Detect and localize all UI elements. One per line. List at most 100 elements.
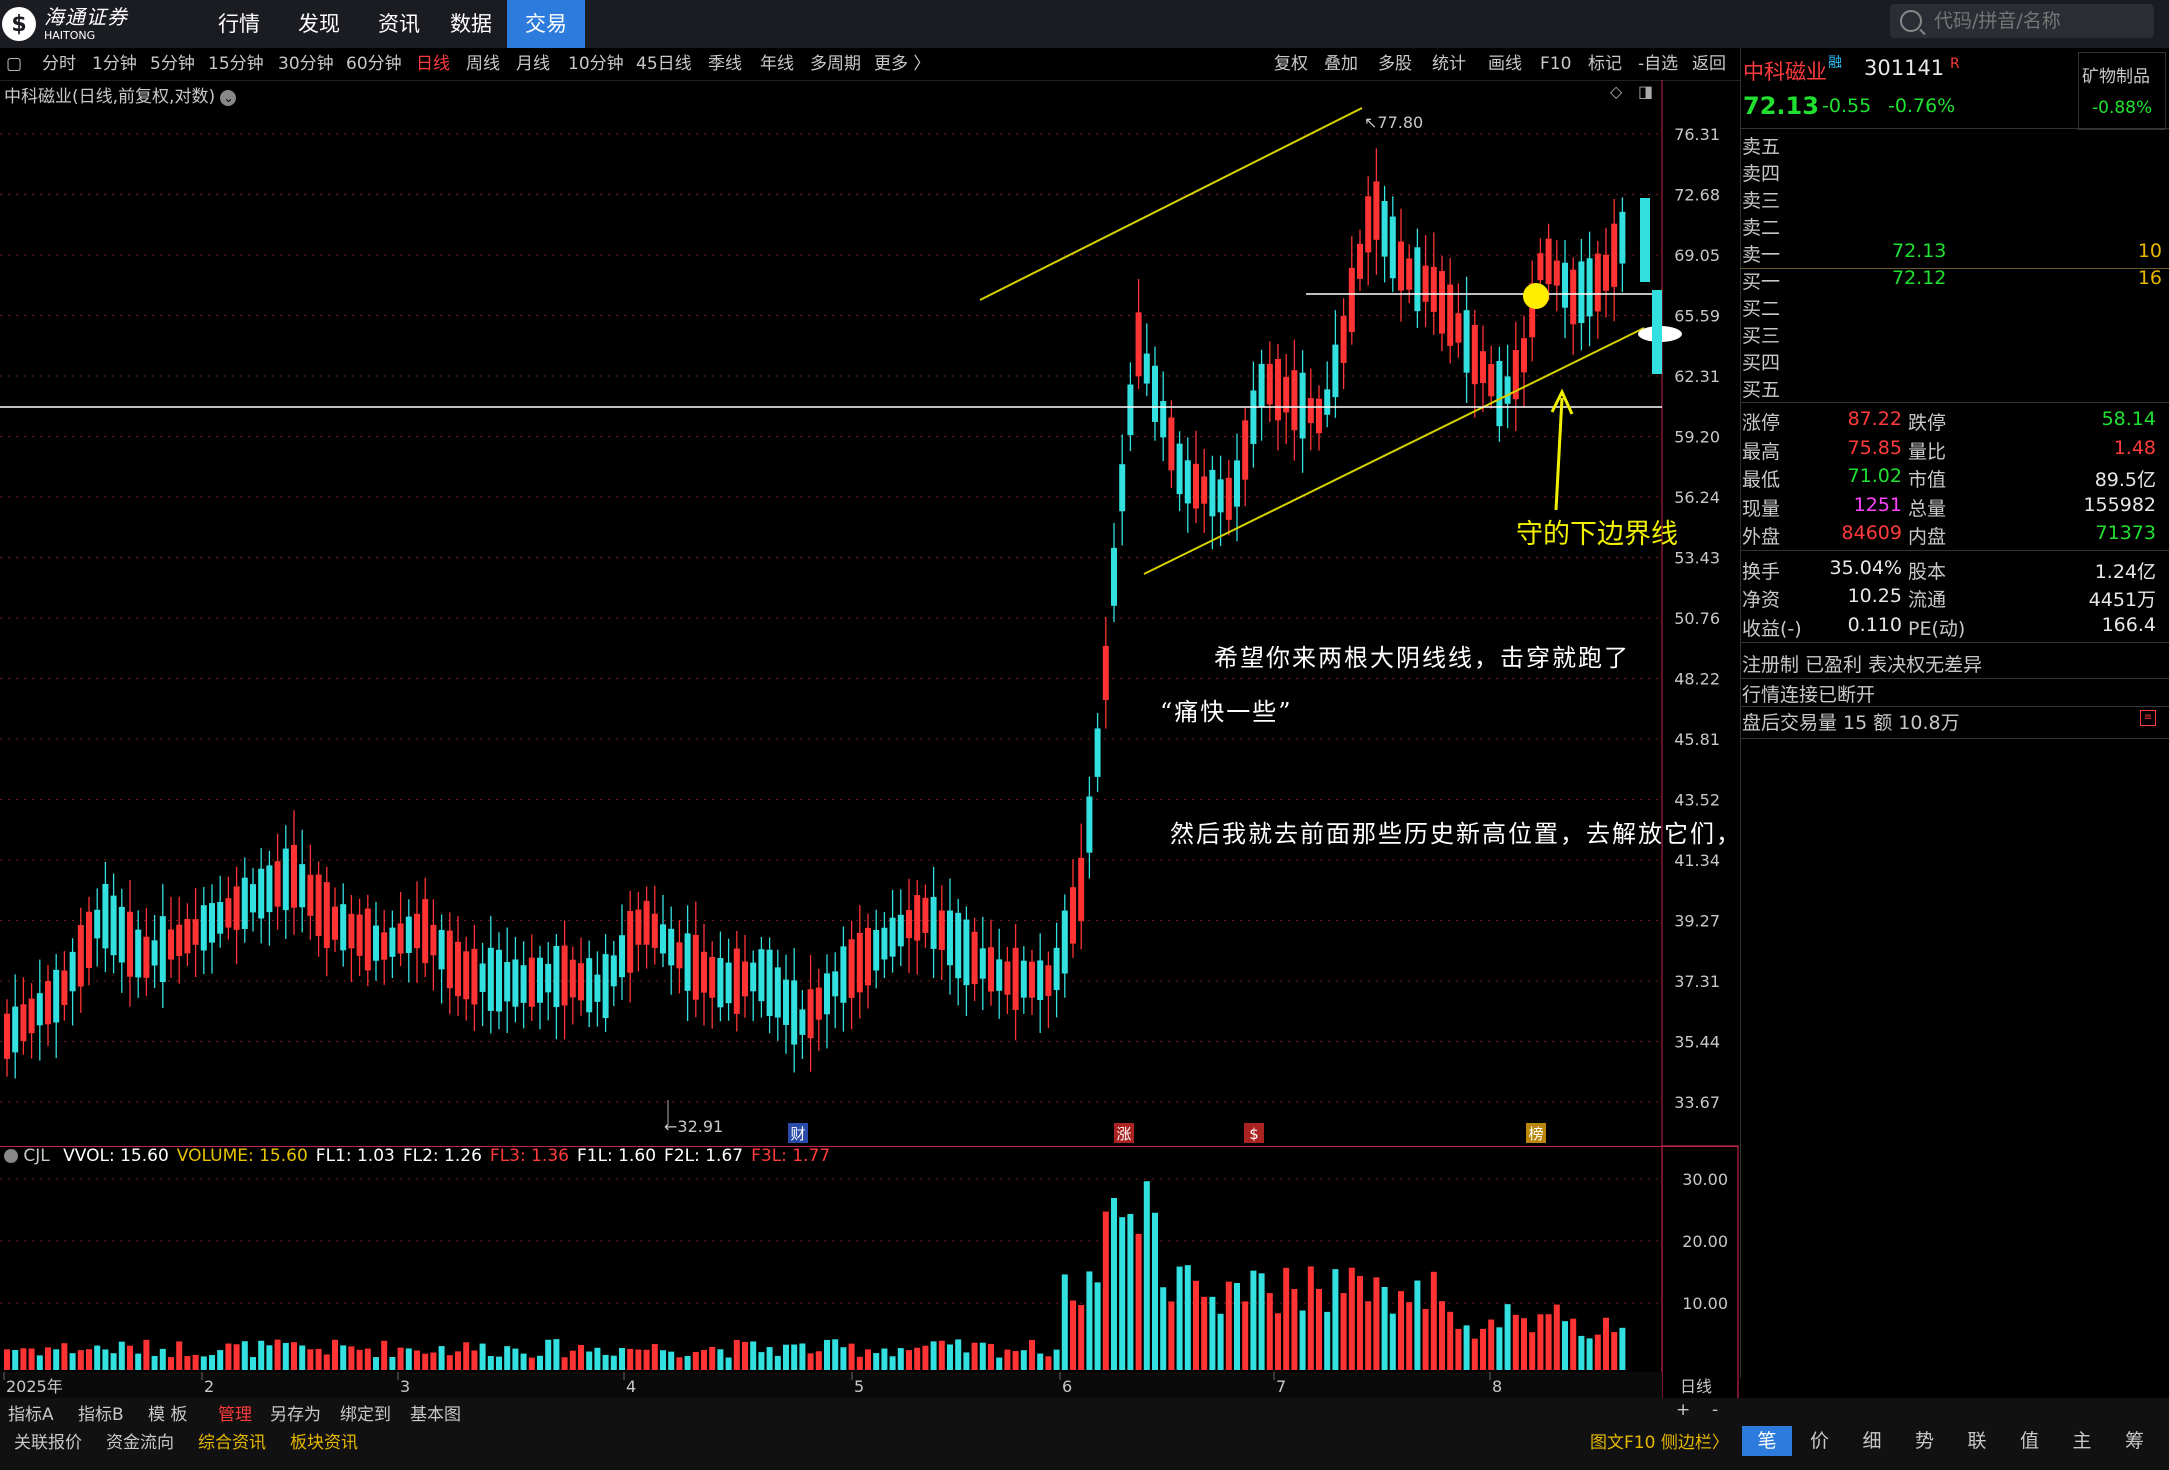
nav-discover[interactable]: 发现 [280,0,358,48]
volume-bar [1258,1273,1265,1370]
period-tab-10[interactable]: 45日线 [636,52,692,76]
tool-button-6[interactable]: 标记 [1588,52,1622,76]
volume-bar [1586,1338,1593,1370]
panel-toggle-icon[interactable]: ▢ [6,52,22,76]
candle-body [701,951,707,993]
orderbook-row[interactable]: 卖三 [1742,186,2162,214]
chevron-down-icon[interactable] [4,1149,18,1163]
side-tab-5[interactable]: 值 [2005,1426,2055,1456]
period-tab-2[interactable]: 5分钟 [150,52,195,76]
volume-bar [1332,1269,1339,1370]
tool-button-0[interactable]: 复权 [1274,52,1308,76]
period-tab-11[interactable]: 季线 [708,52,742,76]
candle-body [1168,417,1175,471]
bottom-tab-4[interactable]: 另存为 [270,1400,321,1425]
candle-body [856,932,863,993]
candle-body [1143,353,1150,384]
nav-trade[interactable]: 交易 [507,0,585,48]
nav-data[interactable]: 数据 [432,0,510,48]
period-tab-13[interactable]: 多周期 [810,52,861,76]
period-tab-14[interactable]: 更多 〉 [874,52,930,76]
orderbook-row[interactable]: 卖二 [1742,213,2162,241]
bottom-tab-2[interactable]: 模 板 [148,1400,187,1425]
x-axis-band [0,1372,1662,1398]
side-tab-3[interactable]: 势 [1900,1426,1950,1456]
candle-body [135,929,142,978]
orderbook-row[interactable]: 卖四 [1742,159,2162,187]
x-axis-label: 2 [204,1377,214,1396]
tool-button-3[interactable]: 统计 [1432,52,1466,76]
period-tab-7[interactable]: 周线 [466,52,500,76]
nav-market[interactable]: 行情 [200,0,278,48]
bottom-tab-6[interactable]: 基本图 [410,1400,461,1425]
side-tab-2[interactable]: 细 [1847,1426,1897,1456]
indicator-item-5: F1L: 1.60 [576,1146,657,1166]
side-tab-6[interactable]: 主 [2057,1426,2107,1456]
volume-bar [307,1349,314,1370]
side-tab-7[interactable]: 筹 [2110,1426,2160,1456]
orderbook-row[interactable]: 买三 [1742,321,2162,349]
period-tab-9[interactable]: 10分钟 [568,52,624,76]
bottom-tab-0[interactable]: 指标A [8,1400,54,1425]
volume-bar [102,1349,109,1370]
orderbook-row[interactable]: 买一 72.12 16 [1742,267,2162,295]
period-tab-4[interactable]: 30分钟 [278,52,334,76]
bottom-tab-3[interactable]: 管理 [218,1400,252,1425]
volume-bar [1307,1266,1314,1370]
volume-bar [578,1344,584,1370]
bottom-link-0[interactable]: 关联报价 [14,1428,82,1453]
period-tab-12[interactable]: 年线 [760,52,794,76]
stat-label: 市值 [1908,469,1947,491]
period-tab-5[interactable]: 60分钟 [346,52,402,76]
orderbook-row[interactable]: 卖五 [1742,132,2162,160]
candle-body [233,886,240,930]
bottom-link-2[interactable]: 综合资讯 [198,1428,266,1453]
side-tab-4[interactable]: 联 [1952,1426,2002,1456]
tool-button-4[interactable]: 画线 [1488,52,1522,76]
stat-value: 155982 [2083,493,2156,516]
event-mark-label: $ [1249,1125,1259,1143]
period-tab-6[interactable]: 日线 [416,52,450,76]
side-tab-1[interactable]: 价 [1795,1426,1845,1456]
orderbook-row[interactable]: 买四 [1742,348,2162,376]
candle-body [45,981,51,1025]
f10-sidebar-link[interactable]: 图文F10 侧边栏〉 [1590,1428,1729,1453]
volume-bar [397,1347,404,1370]
side-tab-0[interactable]: 笔 [1742,1426,1792,1456]
tool-button-7[interactable]: -自选 [1638,52,1678,76]
detail-icon[interactable]: ≡ [2140,710,2156,726]
search-box[interactable] [1890,4,2154,38]
minus-icon[interactable]: - [1712,1400,1718,1420]
tool-button-5[interactable]: F10 [1540,52,1571,76]
bottom-tab-5[interactable]: 绑定到 [340,1400,391,1425]
candle-body [28,998,35,1034]
y-axis-label: 43.52 [1674,791,1720,810]
bottom-link-3[interactable]: 板块资讯 [290,1428,358,1453]
nav-news[interactable]: 资讯 [360,0,438,48]
orderbook-row[interactable]: 卖一 72.13 10 [1742,240,2162,268]
period-tab-1[interactable]: 1分钟 [92,52,137,76]
orderbook-row[interactable]: 买五 [1742,375,2162,403]
volume-bar [979,1342,986,1370]
volume-bar [750,1341,757,1370]
candle-body [1619,211,1626,264]
tool-button-8[interactable]: 返回 [1692,52,1726,76]
bottom-link-1[interactable]: 资金流向 [106,1428,174,1453]
add-icon[interactable]: + [1676,1400,1690,1420]
candle-body [61,970,68,1005]
bottom-tab-1[interactable]: 指标B [78,1400,124,1425]
period-tab-0[interactable]: 分时 [42,52,76,76]
candle-body [1127,384,1134,436]
search-input[interactable] [1932,9,2136,33]
period-tab-3[interactable]: 15分钟 [208,52,264,76]
candle-body [1299,372,1306,439]
tool-button-2[interactable]: 多股 [1378,52,1412,76]
x-axis-label: 2025年 [6,1377,63,1396]
volume-bar [430,1352,437,1370]
period-tab-8[interactable]: 月线 [516,52,550,76]
kline-chart[interactable]: 76.31 72.68 69.05 65.59 62.31 59.20 56.24 53.43… [0,80,1740,1398]
x-axis-label: 3 [400,1377,410,1396]
stat-row: 净资 10.25 流通 4451万 [1742,585,2162,613]
orderbook-row[interactable]: 买二 [1742,294,2162,322]
tool-button-1[interactable]: 叠加 [1324,52,1358,76]
